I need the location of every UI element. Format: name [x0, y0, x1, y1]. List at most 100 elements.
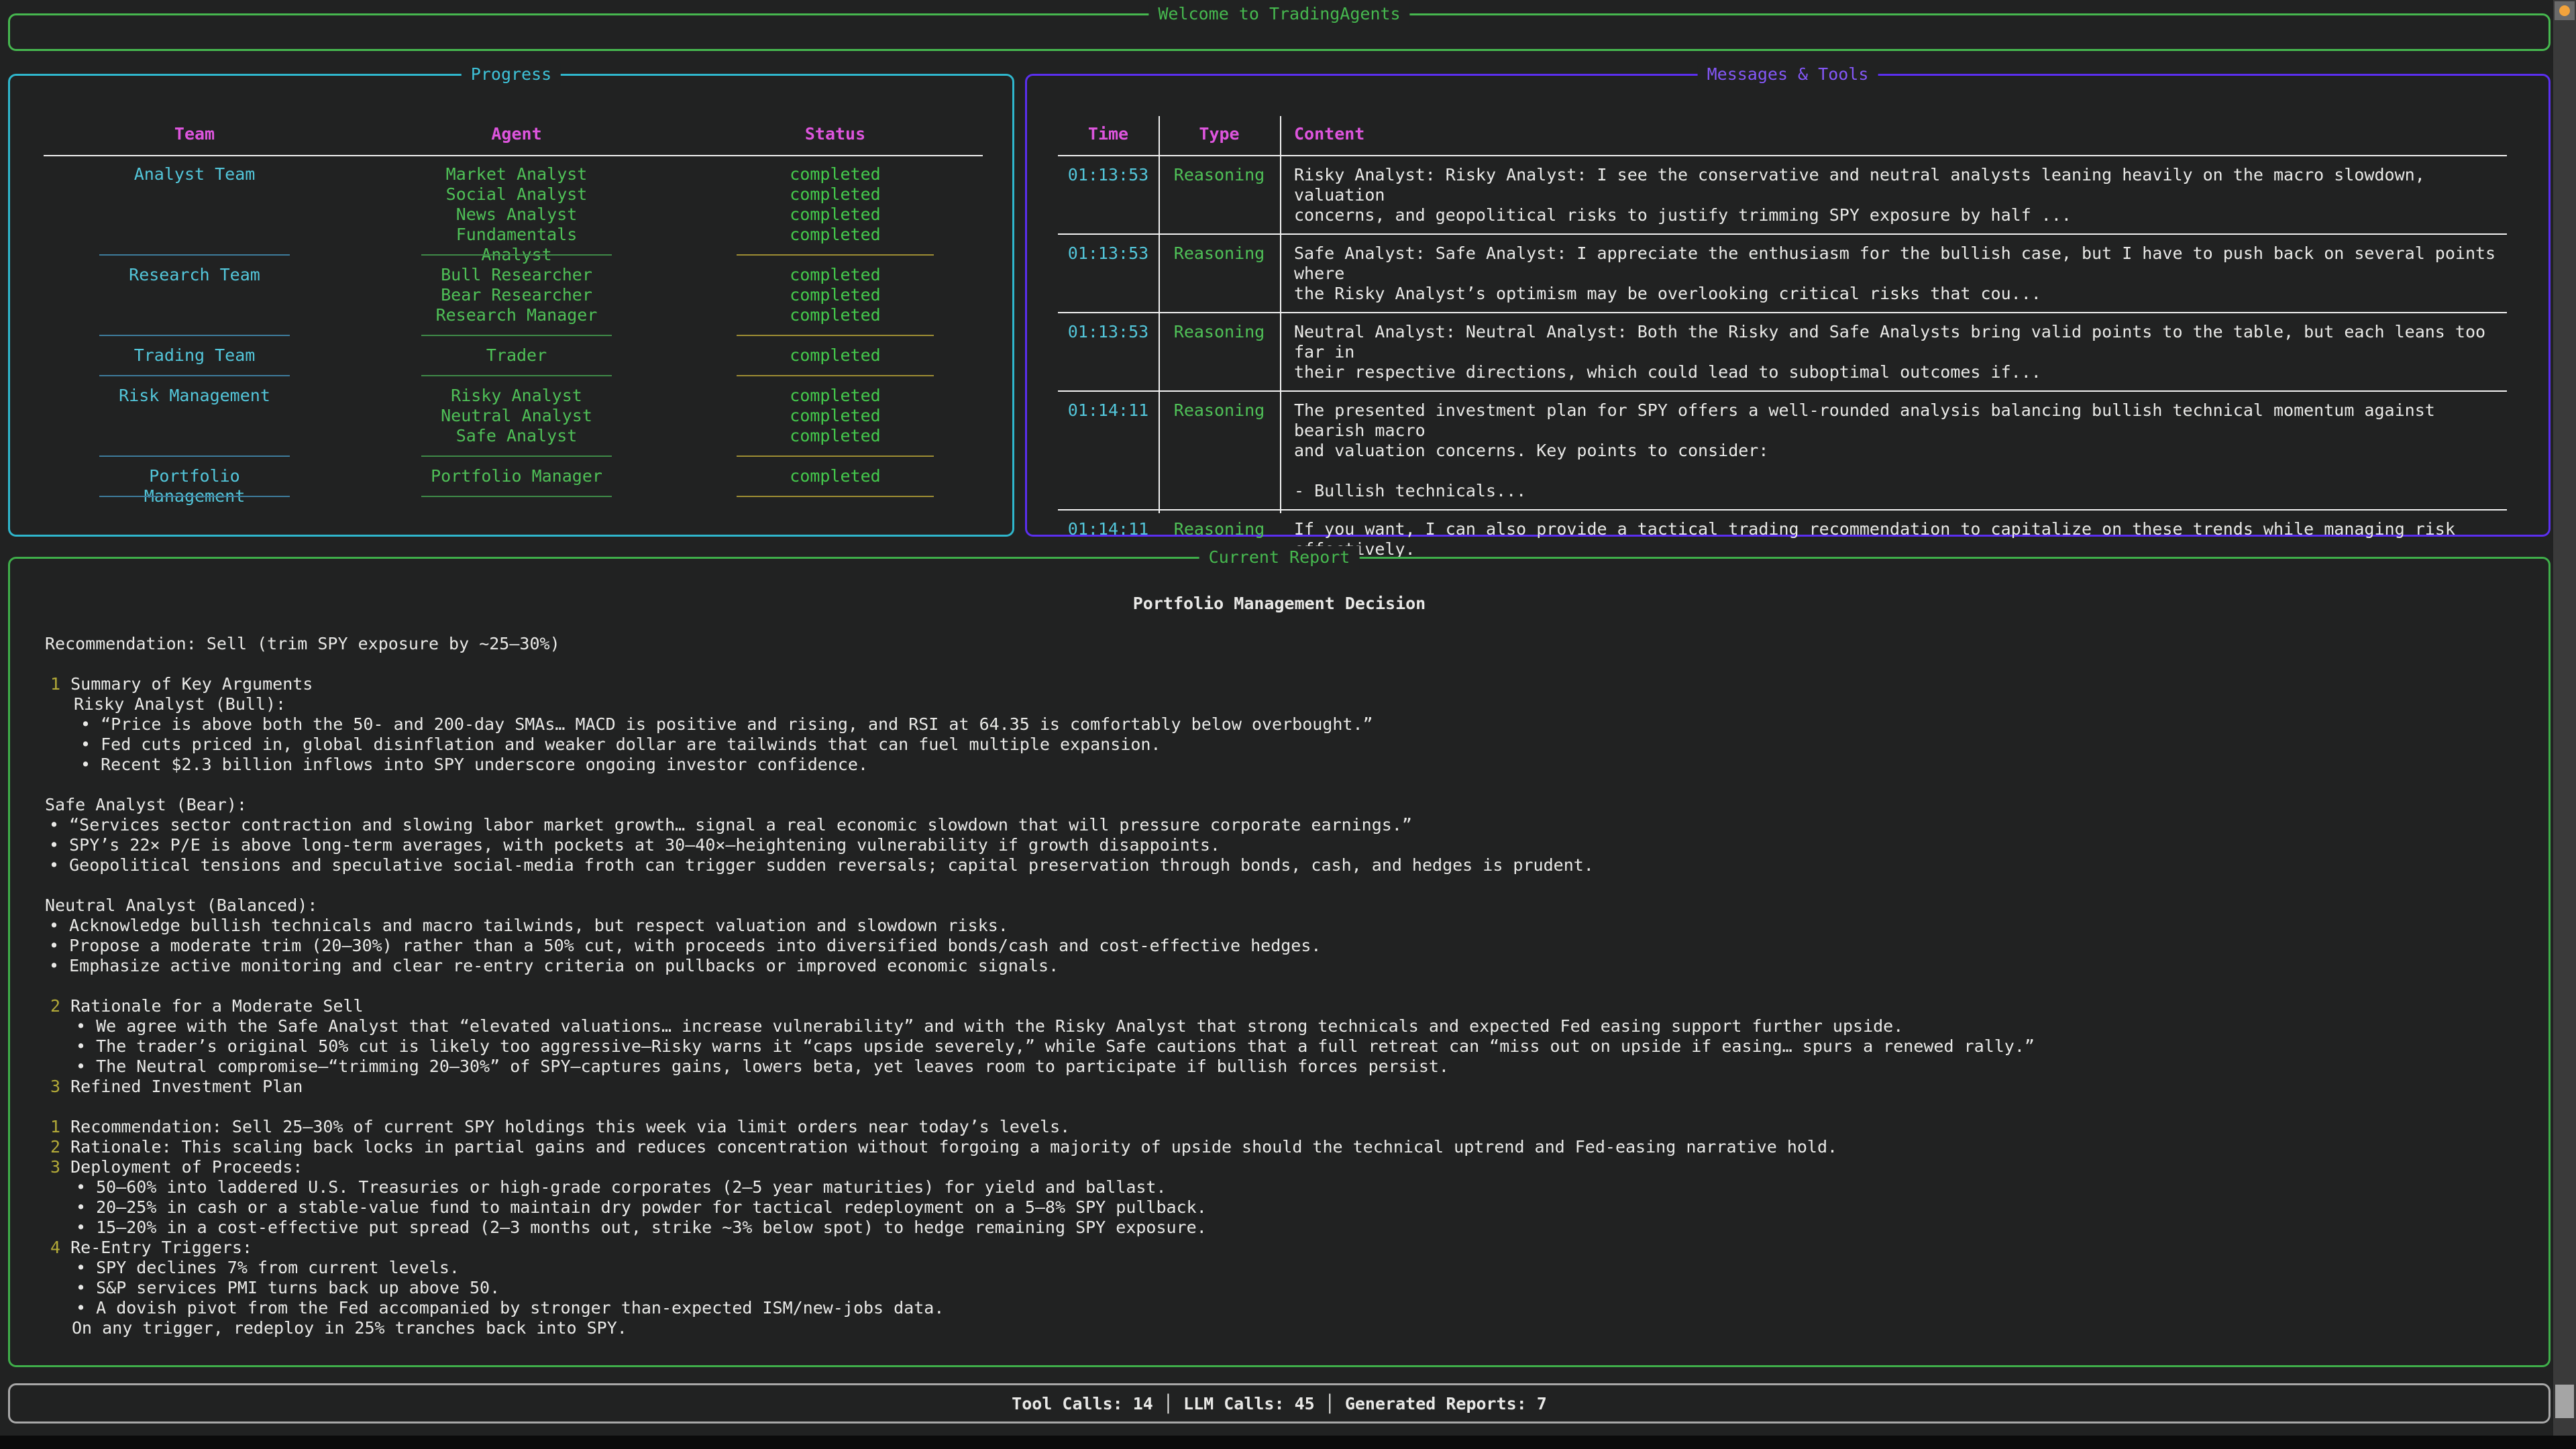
- progress-team-cell: [94, 305, 295, 325]
- progress-row: Trading TeamTradercompleted: [94, 345, 1012, 366]
- messages-panel-title: Messages & Tools: [1698, 63, 1878, 86]
- report-blank-line: [10, 875, 2548, 896]
- report-line: • The trader’s original 50% cut is likel…: [10, 1036, 2548, 1057]
- scroll-marker-dot-icon[interactable]: [2559, 5, 2570, 16]
- footer-stats-bar: Tool Calls: 14 │ LLM Calls: 45 │ Generat…: [8, 1383, 2551, 1424]
- report-line: • Recent $2.3 billion inflows into SPY u…: [10, 755, 2548, 775]
- progress-agent-cell: Portfolio Manager: [416, 466, 617, 506]
- report-body: Recommendation: Sell (trim SPY exposure …: [10, 634, 2548, 1338]
- report-list-number: 4: [50, 1238, 60, 1257]
- progress-agent-cell: Bull Researcher: [416, 265, 617, 285]
- report-line: • We agree with the Safe Analyst that “e…: [10, 1016, 2548, 1036]
- progress-status-cell: completed: [731, 285, 939, 305]
- report-line: • Fed cuts priced in, global disinflatio…: [10, 735, 2548, 755]
- progress-agent-cell: Research Manager: [416, 305, 617, 325]
- report-line: Neutral Analyst (Balanced):: [10, 896, 2548, 916]
- separator-segment-status: [737, 375, 934, 376]
- separator-segment-agent: [421, 455, 612, 457]
- progress-team-cell: [94, 406, 295, 426]
- progress-header-separator: [44, 155, 983, 156]
- progress-status-cell: completed: [731, 466, 939, 506]
- progress-team-cell: Analyst Team: [94, 164, 295, 184]
- report-line: • SPY’s 22× P/E is above long-term avera…: [10, 835, 2548, 855]
- report-line: • “Price is above both the 50- and 200-d…: [10, 714, 2548, 735]
- progress-team-cell: [94, 225, 295, 265]
- progress-status-cell: completed: [731, 426, 939, 446]
- message-type-cell: Reasoning: [1159, 244, 1280, 304]
- report-line: 3 Deployment of Proceeds:: [10, 1157, 2548, 1177]
- message-content-cell: The presented investment plan for SPY of…: [1280, 400, 2507, 501]
- separator-segment-status: [737, 254, 934, 256]
- progress-row: Safe Analystcompleted: [94, 426, 1012, 446]
- progress-status-cell: completed: [731, 205, 939, 225]
- separator-segment-agent: [421, 496, 612, 497]
- message-time-cell: 01:13:53: [1058, 322, 1159, 382]
- report-list-number: 3: [50, 1157, 60, 1177]
- progress-section-separator: [94, 366, 1012, 386]
- report-line: Safe Analyst (Bear):: [10, 795, 2548, 815]
- report-line: • Emphasize active monitoring and clear …: [10, 956, 2548, 976]
- progress-agent-cell: Neutral Analyst: [416, 406, 617, 426]
- message-content-cell: Neutral Analyst: Neutral Analyst: Both t…: [1280, 322, 2507, 382]
- messages-table-header: Time Type Content: [1058, 124, 2507, 144]
- message-type-cell: Reasoning: [1159, 165, 1280, 225]
- separator-segment-team: [99, 375, 290, 376]
- report-line: • The Neutral compromise—“trimming 20–30…: [10, 1057, 2548, 1077]
- report-list-number: 2: [50, 1137, 60, 1157]
- progress-row: Bear Researcher completed: [94, 285, 1012, 305]
- progress-row: Research Team Bull Researcher completed: [94, 265, 1012, 285]
- progress-status-cell: completed: [731, 225, 939, 265]
- messages-col-time: Time: [1058, 124, 1159, 144]
- progress-team-cell: [94, 184, 295, 205]
- progress-agent-cell: Risky Analyst: [416, 386, 617, 406]
- report-blank-line: [10, 1097, 2548, 1117]
- message-time-cell: 01:13:53: [1058, 165, 1159, 225]
- message-type-cell: Reasoning: [1159, 322, 1280, 382]
- report-line: • S&P services PMI turns back up above 5…: [10, 1278, 2548, 1298]
- progress-col-team: Team: [94, 124, 295, 144]
- report-line: • SPY declines 7% from current levels.: [10, 1258, 2548, 1278]
- message-time-cell: 01:13:53: [1058, 244, 1159, 304]
- scrollbar-marker-box[interactable]: [2555, 1, 2575, 20]
- bottom-edge-strip: [0, 1436, 2576, 1449]
- progress-row: Research Managercompleted: [94, 305, 1012, 325]
- progress-agent-cell: Market Analyst: [416, 164, 617, 184]
- report-line: 3 Refined Investment Plan: [10, 1077, 2548, 1097]
- progress-agent-cell: News Analyst: [416, 205, 617, 225]
- message-row: 01:13:53ReasoningRisky Analyst: Risky An…: [1058, 156, 2507, 235]
- report-line: • Propose a moderate trim (20–30%) rathe…: [10, 936, 2548, 956]
- report-line: 2 Rationale for a Moderate Sell: [10, 996, 2548, 1016]
- report-blank-line: [10, 775, 2548, 795]
- message-content-cell: Risky Analyst: Risky Analyst: I see the …: [1280, 165, 2507, 225]
- progress-row: Social Analystcompleted: [94, 184, 1012, 205]
- report-line: 2 Rationale: This scaling back locks in …: [10, 1137, 2548, 1157]
- report-line: On any trigger, redeploy in 25% tranches…: [10, 1318, 2548, 1338]
- progress-section-separator: [94, 446, 1012, 466]
- message-row: 01:13:53ReasoningSafe Analyst: Safe Anal…: [1058, 235, 2507, 313]
- separator-segment-status: [737, 335, 934, 336]
- report-line: • 15–20% in a cost-effective put spread …: [10, 1218, 2548, 1238]
- report-line: 4 Re-Entry Triggers:: [10, 1238, 2548, 1258]
- separator-segment-agent: [421, 375, 612, 376]
- progress-row: Risk ManagementRisky Analystcompleted: [94, 386, 1012, 406]
- report-line: • 50–60% into laddered U.S. Treasuries o…: [10, 1177, 2548, 1197]
- report-list-number: 1: [50, 1117, 60, 1136]
- separator-segment-agent: [421, 335, 612, 336]
- separator-segment-status: [737, 455, 934, 457]
- report-line: 1 Summary of Key Arguments: [10, 674, 2548, 694]
- scrollbar[interactable]: [2553, 0, 2576, 1449]
- separator-segment-team: [99, 335, 290, 336]
- report-line: • A dovish pivot from the Fed accompanie…: [10, 1298, 2548, 1318]
- progress-status-cell: completed: [731, 265, 939, 285]
- scrollbar-thumb[interactable]: [2555, 1385, 2574, 1418]
- report-list-number: 2: [50, 996, 60, 1016]
- progress-agent-cell: Bear Researcher: [416, 285, 617, 305]
- progress-status-cell: completed: [731, 386, 939, 406]
- progress-status-cell: completed: [731, 164, 939, 184]
- message-time-cell: 01:14:11: [1058, 400, 1159, 501]
- progress-team-cell: Trading Team: [94, 345, 295, 366]
- progress-team-cell: Research Team: [94, 265, 295, 285]
- report-list-number: 1: [50, 674, 60, 694]
- message-type-cell: Reasoning: [1159, 400, 1280, 501]
- message-row: 01:14:11ReasoningThe presented investmen…: [1058, 392, 2507, 511]
